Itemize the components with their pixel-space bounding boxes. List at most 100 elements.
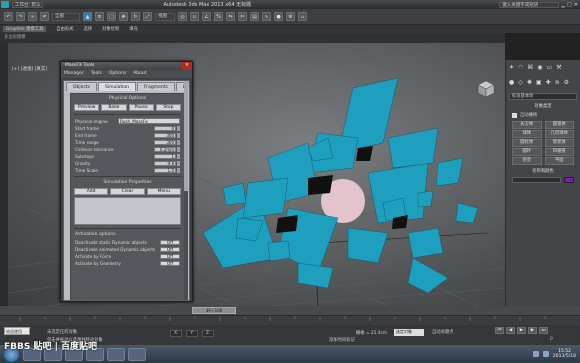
tab-simulation[interactable]: Simulation: [98, 82, 136, 91]
sphere-button[interactable]: 球体: [512, 130, 542, 138]
start-frame-input[interactable]: 0: [154, 125, 176, 131]
ribbon-tab-object-paint[interactable]: 对象绘制: [102, 26, 119, 32]
scale-icon[interactable]: ⤢: [143, 12, 152, 21]
spinner-icon[interactable]: [177, 125, 180, 131]
undo-icon[interactable]: ↶: [4, 12, 13, 21]
menu-button[interactable]: Menu: [146, 188, 181, 195]
preview-button[interactable]: Preview: [74, 104, 100, 111]
name-color-header[interactable]: 名称和颜色: [509, 168, 577, 174]
object-type-header[interactable]: 对象类型: [509, 103, 577, 109]
clock[interactable]: 15:52 2013/5/18: [553, 349, 576, 359]
region-select-icon[interactable]: ▢: [107, 12, 116, 21]
clear-button[interactable]: Clear: [110, 188, 145, 195]
pivot-icon[interactable]: ◎: [178, 12, 187, 21]
tab-objects[interactable]: Objects: [66, 82, 98, 91]
object-name-input[interactable]: [512, 177, 561, 183]
reference-coordinate-dropdown[interactable]: 视图: [155, 12, 175, 21]
tube-button[interactable]: 管状体: [544, 139, 574, 147]
substeps-input[interactable]: 1: [154, 153, 176, 159]
checkbox-icon[interactable]: [512, 112, 517, 118]
dialog-titlebar[interactable]: MassFX Tools ✕: [61, 62, 192, 70]
x-coordinate[interactable]: X:: [170, 330, 183, 337]
pyramid-button[interactable]: 四棱锥: [544, 148, 574, 156]
ribbon-tab-graphite[interactable]: Graphite 建模工具: [3, 26, 47, 32]
minimize-icon[interactable]: ▁: [561, 2, 565, 8]
toggle-button[interactable]: Off: [160, 239, 180, 245]
geometry-icon[interactable]: ●: [509, 79, 514, 86]
add-time-tag[interactable]: 添加时间标记: [329, 337, 355, 343]
toggle-button[interactable]: Off: [160, 246, 180, 252]
app-icon[interactable]: [1, 1, 9, 8]
link-icon[interactable]: ∞: [28, 12, 37, 21]
select-object-icon[interactable]: ▲: [83, 12, 92, 21]
dialog-close-icon[interactable]: ✕: [182, 62, 192, 70]
track-bar[interactable]: [0, 315, 580, 325]
maxscript-listener[interactable]: 欢迎使用 MAXSc: [4, 327, 30, 341]
move-icon[interactable]: ✥: [119, 12, 128, 21]
time-range-input[interactable]: 300: [154, 139, 176, 145]
cameras-icon[interactable]: ▣: [536, 79, 542, 86]
snap-icon[interactable]: ∪: [190, 12, 199, 21]
selection-set-dropdown[interactable]: 选定对象: [394, 329, 424, 336]
simulation-properties-header[interactable]: Simulation Properties: [71, 180, 184, 186]
spinner-icon[interactable]: [177, 167, 180, 173]
unlink-icon[interactable]: ≠: [40, 12, 49, 21]
auto-key-button[interactable]: 自动关键点: [432, 329, 453, 335]
time-scale-input[interactable]: 1.0: [154, 167, 176, 173]
time-slider-thumb[interactable]: 39 / 100: [192, 307, 236, 314]
spinner-icon[interactable]: [177, 160, 180, 166]
mirror-icon[interactable]: ⇋: [226, 12, 235, 21]
play-icon[interactable]: ▶: [517, 327, 526, 334]
curve-editor-icon[interactable]: ∿: [262, 12, 271, 21]
color-swatch[interactable]: [564, 177, 574, 183]
redo-icon[interactable]: ↷: [16, 12, 25, 21]
helpers-icon[interactable]: ✚: [546, 79, 551, 86]
motion-icon[interactable]: ◉: [537, 64, 542, 71]
menu-options[interactable]: Options: [109, 70, 126, 78]
align-icon[interactable]: ⊨: [238, 12, 247, 21]
primitive-type-dropdown[interactable]: 标准基本体: [509, 93, 577, 100]
time-slider[interactable]: 39 / 100: [0, 306, 580, 315]
workspace-dropdown[interactable]: 工作台: 默认: [12, 1, 44, 8]
viewport-label[interactable]: [+] [透视] [真实]: [12, 66, 47, 72]
next-frame-icon[interactable]: ▶: [528, 327, 537, 334]
z-coordinate[interactable]: Z:: [201, 330, 215, 337]
render-setup-icon[interactable]: ⚙: [286, 12, 295, 21]
spinner-icon[interactable]: [177, 132, 180, 138]
pause-button[interactable]: Pause: [128, 104, 154, 111]
hierarchy-icon[interactable]: ⌘: [527, 64, 533, 71]
spinner-icon[interactable]: [177, 139, 180, 145]
go-to-end-icon[interactable]: ⏭: [539, 327, 548, 334]
shapes-icon[interactable]: ◇: [518, 79, 523, 86]
percent-snap-icon[interactable]: %: [214, 12, 223, 21]
search-input[interactable]: 键入关键字或短语: [499, 1, 560, 8]
cone-button[interactable]: 圆锥体: [544, 121, 574, 129]
dialog-scrollbar[interactable]: [184, 81, 188, 300]
physical-options-header[interactable]: Physical Options: [71, 96, 184, 102]
taskbar-app[interactable]: [128, 347, 146, 361]
layer-icon[interactable]: ▤: [250, 12, 259, 21]
select-by-name-icon[interactable]: ≡: [95, 12, 104, 21]
menu-about[interactable]: About: [133, 70, 146, 78]
close-icon[interactable]: ✕: [574, 2, 578, 8]
end-frame-input[interactable]: 300: [154, 132, 176, 138]
geosphere-button[interactable]: 几何球体: [544, 130, 574, 138]
utilities-icon[interactable]: ⚒: [556, 64, 561, 71]
autogrid-checkbox[interactable]: 自动栅格: [512, 111, 574, 119]
ribbon-tab-freeform[interactable]: 自由形式: [56, 26, 73, 32]
add-button[interactable]: Add: [74, 188, 109, 195]
ribbon-tab-populate[interactable]: 填充: [129, 26, 138, 32]
volume-icon[interactable]: [542, 351, 549, 357]
spinner-icon[interactable]: [177, 146, 180, 152]
current-frame[interactable]: 0: [550, 337, 553, 342]
ribbon-tab-selection[interactable]: 选择: [83, 26, 92, 32]
taskbar-app[interactable]: [107, 347, 125, 361]
plane-button[interactable]: 平面: [544, 157, 574, 165]
network-icon[interactable]: [532, 351, 539, 357]
activation-options-header[interactable]: Activation options: [71, 232, 184, 238]
modify-icon[interactable]: ◠: [518, 64, 523, 71]
material-editor-icon[interactable]: ●: [274, 12, 283, 21]
gravity-input[interactable]: -9.8: [154, 160, 176, 166]
menu-manager[interactable]: Manager: [64, 70, 84, 78]
stop-button[interactable]: Stop: [155, 104, 181, 111]
